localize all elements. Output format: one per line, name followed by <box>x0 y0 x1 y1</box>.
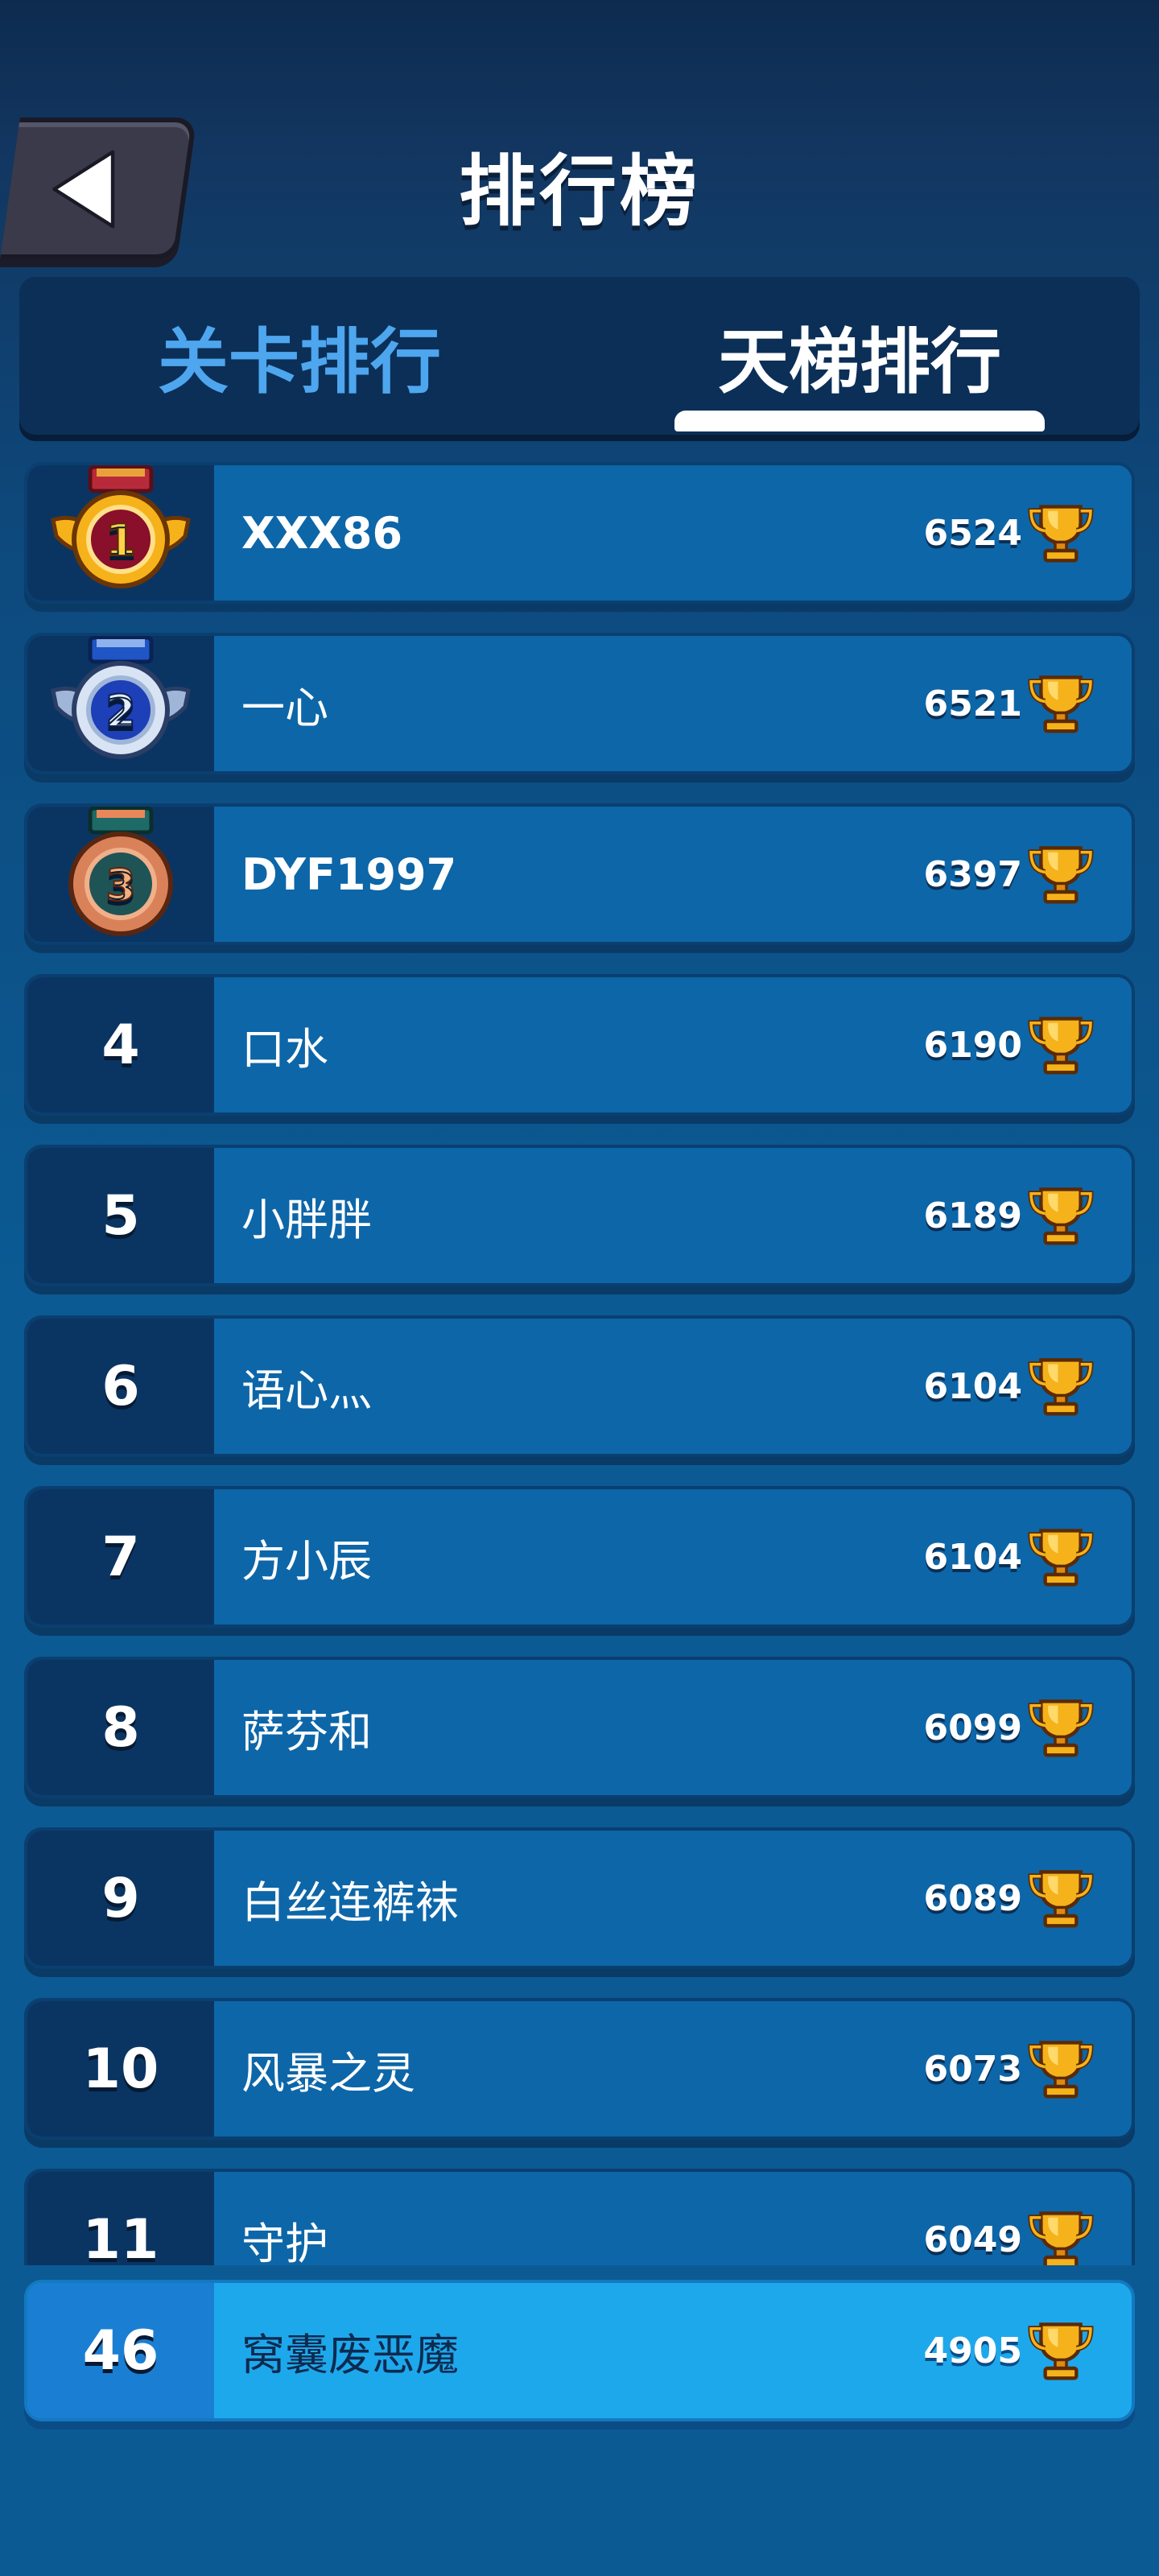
leaderboard-row[interactable]: 4 口水 6190 <box>24 974 1135 1116</box>
leaderboard-row[interactable]: 3 DYF1997 6397 <box>24 803 1135 945</box>
player-name: 风暴之灵 <box>241 2047 415 2099</box>
trophy-score: 6190 <box>924 977 1132 1113</box>
trophy-score: 6189 <box>924 1148 1132 1283</box>
score-value: 6104 <box>923 1536 1022 1578</box>
tab-label: 天梯排行 <box>717 320 1001 403</box>
silver-medal-icon: 2 <box>51 636 191 759</box>
leaderboard-row[interactable]: 1 XXX86 6524 <box>24 462 1135 604</box>
player-name: 方小辰 <box>241 1535 372 1587</box>
trophy-icon <box>1028 846 1094 904</box>
player-name: 一心 <box>241 682 328 733</box>
trophy-icon <box>1028 505 1094 563</box>
trophy-icon <box>1028 1187 1094 1245</box>
rank-number: 6 <box>27 1319 214 1454</box>
player-name: DYF1997 <box>241 848 457 900</box>
trophy-score: 6104 <box>924 1489 1132 1624</box>
score-value: 6089 <box>923 1877 1022 1919</box>
player-name: 白丝连裤袜 <box>241 1876 459 1928</box>
header: 排行榜 <box>0 0 1159 274</box>
medal-rank-number: 2 <box>105 686 136 737</box>
trophy-score: 6524 <box>924 465 1132 601</box>
score-value: 6049 <box>923 2219 1022 2260</box>
player-name: 口水 <box>241 1023 328 1075</box>
player-name: 小胖胖 <box>241 1194 372 1245</box>
score-value: 6524 <box>923 512 1022 554</box>
rank-number: 46 <box>27 2283 214 2418</box>
self-rank-row[interactable]: 46 窝囊废恶魔 4905 <box>24 2280 1135 2421</box>
tab-ladder-ranking[interactable]: 天梯排行 <box>580 277 1140 435</box>
rank-medal: 1 <box>27 465 214 601</box>
leaderboard-row[interactable]: 6 语心灬 6104 <box>24 1315 1135 1457</box>
player-name: 语心灬 <box>241 1364 372 1416</box>
player-name: 守护 <box>241 2218 328 2266</box>
player-name: 窝囊废恶魔 <box>241 2329 459 2380</box>
score-value: 6521 <box>923 683 1022 724</box>
score-value: 4905 <box>923 2330 1022 2372</box>
player-name: 萨芬和 <box>241 1706 372 1757</box>
medal-rank-number: 1 <box>105 515 136 566</box>
leaderboard-row[interactable]: 8 萨芬和 6099 <box>24 1657 1135 1798</box>
trophy-score: 6073 <box>924 2001 1132 2136</box>
trophy-score: 6049 <box>924 2172 1132 2265</box>
score-value: 6397 <box>923 853 1022 895</box>
leaderboard-row[interactable]: 9 白丝连裤袜 6089 <box>24 1827 1135 1969</box>
trophy-icon <box>1028 1017 1094 1075</box>
trophy-score: 6521 <box>924 636 1132 771</box>
trophy-icon <box>1028 1699 1094 1757</box>
trophy-score: 6104 <box>924 1319 1132 1454</box>
trophy-icon <box>1028 2322 1094 2380</box>
tab-label: 关卡排行 <box>157 320 441 403</box>
trophy-score: 6089 <box>924 1831 1132 1966</box>
leaderboard-screen: 排行榜 关卡排行 天梯排行 1 XXX86 6524 2 一心 6521 3 D… <box>0 0 1159 2576</box>
leaderboard-row[interactable]: 2 一心 6521 <box>24 633 1135 774</box>
score-value: 6099 <box>923 1707 1022 1748</box>
trophy-score: 4905 <box>924 2283 1132 2418</box>
rank-number: 10 <box>27 2001 214 2136</box>
bronze-medal-icon: 3 <box>68 807 173 936</box>
leaderboard-list[interactable]: 1 XXX86 6524 2 一心 6521 3 DYF1997 6397 4 … <box>24 462 1135 2265</box>
trophy-icon <box>1028 1358 1094 1416</box>
leaderboard-row[interactable]: 7 方小辰 6104 <box>24 1486 1135 1628</box>
leaderboard-row[interactable]: 5 小胖胖 6189 <box>24 1145 1135 1286</box>
medal-rank-number: 3 <box>105 860 136 910</box>
score-value: 6190 <box>923 1024 1022 1066</box>
tab-bar: 关卡排行 天梯排行 <box>19 277 1140 435</box>
rank-number: 11 <box>27 2172 214 2265</box>
score-value: 6189 <box>923 1195 1022 1236</box>
tab-level-ranking[interactable]: 关卡排行 <box>19 277 580 435</box>
page-title: 排行榜 <box>459 147 700 237</box>
rank-number: 4 <box>27 977 214 1113</box>
tab-active-indicator <box>674 411 1045 431</box>
leaderboard-row[interactable]: 10 风暴之灵 6073 <box>24 1998 1135 2140</box>
rank-number: 5 <box>27 1148 214 1283</box>
leaderboard-row[interactable]: 11 守护 6049 <box>24 2169 1135 2265</box>
trophy-icon <box>1028 675 1094 733</box>
rank-medal: 3 <box>27 807 214 942</box>
trophy-score: 6099 <box>924 1660 1132 1795</box>
rank-number: 7 <box>27 1489 214 1624</box>
trophy-icon <box>1028 1870 1094 1928</box>
rank-number: 8 <box>27 1660 214 1795</box>
score-value: 6073 <box>923 2048 1022 2090</box>
trophy-score: 6397 <box>924 807 1132 942</box>
player-name: XXX86 <box>241 507 403 559</box>
score-value: 6104 <box>923 1365 1022 1407</box>
rank-medal: 2 <box>27 636 214 771</box>
rank-number: 9 <box>27 1831 214 1966</box>
trophy-icon <box>1028 2041 1094 2099</box>
gold-medal-icon: 1 <box>51 465 191 588</box>
trophy-icon <box>1028 1529 1094 1587</box>
trophy-icon <box>1028 2211 1094 2265</box>
